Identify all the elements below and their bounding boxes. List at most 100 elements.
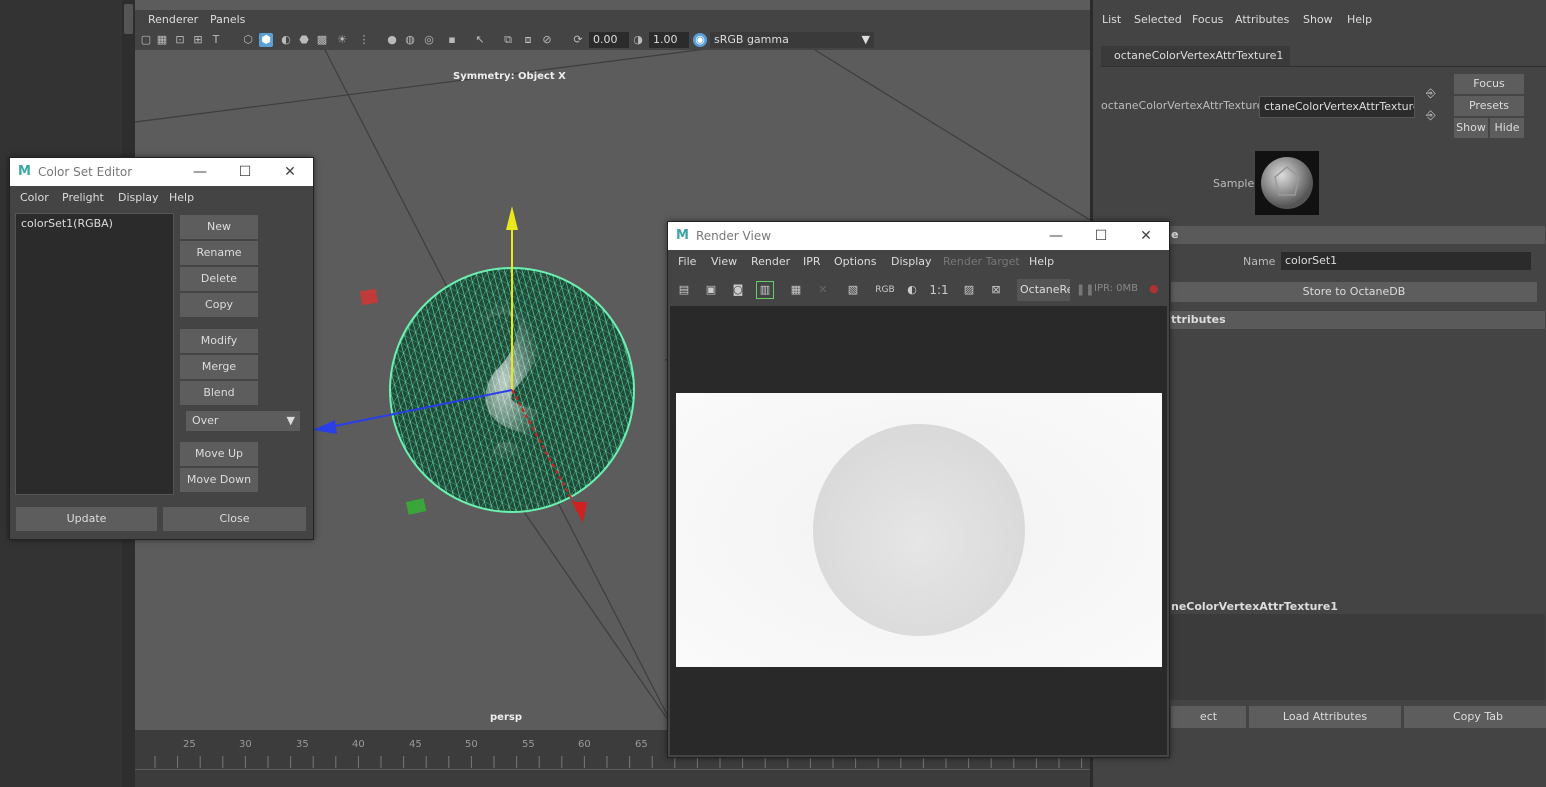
resolution-gate-icon[interactable]: ⊞ — [191, 33, 205, 47]
output-connection-icon[interactable]: ⎆ — [1426, 108, 1436, 123]
xray-icon[interactable]: ↖ — [473, 33, 487, 47]
show-button[interactable]: Show — [1454, 118, 1488, 138]
new-button[interactable]: New — [180, 215, 258, 239]
backface-icon[interactable]: ⊘ — [540, 33, 554, 47]
ipr-icon[interactable]: ▦ — [788, 282, 804, 298]
shade-wire-icon[interactable]: ◐ — [279, 33, 293, 47]
close-icon[interactable]: ✕ — [1131, 222, 1161, 250]
menu-view[interactable]: View — [711, 255, 737, 268]
menu-render-target[interactable]: Render Target — [943, 255, 1020, 268]
display-image-icon[interactable]: ▨ — [961, 282, 977, 298]
keep-image-icon[interactable]: ▧ — [845, 282, 861, 298]
maximize-icon[interactable]: ☐ — [230, 158, 260, 186]
snapshot-icon[interactable]: ◙ — [730, 282, 746, 298]
stop-icon[interactable]: ● — [1149, 282, 1159, 295]
shadow-icon[interactable]: ● — [385, 33, 399, 47]
color-management-icon[interactable]: ◉ — [693, 33, 707, 47]
menu-ipr[interactable]: IPR — [803, 255, 821, 268]
smooth-shade-icon[interactable]: ⬢ — [259, 33, 273, 47]
focus-button[interactable]: Focus — [1454, 74, 1524, 94]
node-name-field[interactable]: ctaneColorVertexAttrTexture1 — [1259, 96, 1415, 118]
name-field[interactable]: colorSet1 — [1281, 252, 1531, 270]
move-down-button[interactable]: Move Down — [180, 468, 258, 492]
modify-button[interactable]: Modify — [180, 329, 258, 353]
color-set-editor-titlebar[interactable]: M Color Set Editor — ☐ ✕ — [10, 158, 313, 186]
color-space-select[interactable]: sRGB gamma ▼ — [710, 32, 874, 48]
menu-selected[interactable]: Selected — [1134, 13, 1182, 26]
aa-icon[interactable]: ◎ — [422, 33, 436, 47]
menu-file[interactable]: File — [678, 255, 696, 268]
checker-icon[interactable]: ▩ — [315, 33, 329, 47]
menu-show[interactable]: Show — [1303, 13, 1333, 26]
notes-label: neColorVertexAttrTexture1 — [1171, 600, 1338, 613]
menu-prelight[interactable]: Prelight — [62, 191, 104, 204]
tick-label: 60 — [578, 739, 591, 750]
texture-icon[interactable]: ⬣ — [297, 33, 311, 47]
exposure-icon[interactable]: ⟳ — [571, 33, 585, 47]
close-icon[interactable]: ✕ — [275, 158, 305, 186]
menu-render[interactable]: Render — [751, 255, 790, 268]
real-size-icon[interactable]: 1:1 — [929, 282, 949, 298]
xray-active-icon[interactable]: ⧈ — [521, 33, 535, 47]
light-icon[interactable]: ☀ — [335, 33, 349, 47]
film-gate-icon[interactable]: ⊡ — [173, 33, 187, 47]
gamma-icon[interactable]: ◑ — [631, 33, 645, 47]
select-button[interactable]: ect — [1171, 706, 1246, 728]
alpha-channel-icon[interactable]: ◐ — [904, 282, 920, 298]
minimize-icon[interactable]: — — [185, 158, 215, 186]
maximize-icon[interactable]: ☐ — [1086, 222, 1116, 250]
minimize-icon[interactable]: — — [1041, 222, 1071, 250]
render-region-icon[interactable]: ▣ — [703, 282, 719, 298]
render-canvas[interactable] — [670, 306, 1167, 755]
menu-display[interactable]: Display — [118, 191, 159, 204]
blend-button[interactable]: Blend — [180, 381, 258, 405]
close-button[interactable]: Close — [163, 507, 306, 531]
load-attributes-button[interactable]: Load Attributes — [1249, 706, 1401, 728]
menu-display[interactable]: Display — [891, 255, 932, 268]
ipr-render-icon[interactable]: ▥ — [756, 281, 774, 299]
presets-button[interactable]: Presets — [1454, 96, 1524, 116]
update-button[interactable]: Update — [16, 507, 157, 531]
tab-node[interactable]: octaneColorVertexAttrTexture1 — [1101, 46, 1290, 66]
refresh-ipr-icon[interactable]: ✕ — [815, 282, 831, 298]
rgb-channel-icon[interactable]: RGB — [875, 282, 895, 298]
remove-image-icon[interactable]: ⊠ — [988, 282, 1004, 298]
grid-icon[interactable]: ▦ — [155, 33, 169, 47]
menu-help[interactable]: Help — [169, 191, 194, 204]
menu-help[interactable]: Help — [1347, 13, 1372, 26]
redo-render-icon[interactable]: ▤ — [676, 282, 692, 298]
left-scrollbar-thumb[interactable] — [124, 4, 133, 34]
move-up-button[interactable]: Move Up — [180, 442, 258, 466]
safe-title-icon[interactable]: T — [209, 33, 223, 47]
wireframe-icon[interactable]: ⬡ — [241, 33, 255, 47]
menu-attributes[interactable]: Attributes — [1235, 13, 1289, 26]
camera-icon[interactable]: ▢ — [139, 33, 153, 47]
exposure-field[interactable]: 0.00 — [589, 32, 629, 48]
menu-list[interactable]: List — [1102, 13, 1121, 26]
copy-tab-button[interactable]: Copy Tab — [1404, 706, 1546, 728]
color-set-list[interactable]: colorSet1(RGBA) — [15, 213, 174, 495]
xray-joints-icon[interactable]: ⧉ — [501, 33, 515, 47]
pause-icon[interactable]: ❚❚ — [1076, 283, 1094, 296]
blend-mode-select[interactable]: Over ▼ — [186, 411, 300, 431]
menu-renderer[interactable]: Renderer — [148, 13, 198, 26]
menu-panels[interactable]: Panels — [210, 13, 245, 26]
delete-button[interactable]: Delete — [180, 267, 258, 291]
hide-button[interactable]: Hide — [1490, 118, 1524, 138]
rename-button[interactable]: Rename — [180, 241, 258, 265]
input-connection-icon[interactable]: ⎆ — [1426, 86, 1436, 101]
sample-swatch[interactable] — [1255, 151, 1319, 215]
menu-help[interactable]: Help — [1029, 255, 1054, 268]
copy-button[interactable]: Copy — [180, 293, 258, 317]
list-item[interactable]: colorSet1(RGBA) — [16, 214, 173, 233]
menu-focus[interactable]: Focus — [1192, 13, 1223, 26]
isolate-icon[interactable]: ▪ — [445, 33, 459, 47]
render-view-titlebar[interactable]: M Render View — ☐ ✕ — [668, 222, 1169, 250]
store-to-octanedb-button[interactable]: Store to OctaneDB — [1171, 282, 1537, 302]
menu-color[interactable]: Color — [20, 191, 49, 204]
renderer-select[interactable]: OctaneRe — [1017, 279, 1070, 301]
menu-options[interactable]: Options — [834, 255, 876, 268]
gamma-field[interactable]: 1.00 — [649, 32, 689, 48]
merge-button[interactable]: Merge — [180, 355, 258, 379]
ao-icon[interactable]: ◍ — [403, 33, 417, 47]
